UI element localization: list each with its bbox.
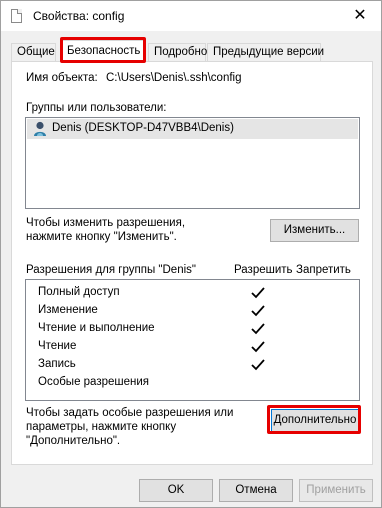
- permission-name: Запись: [38, 358, 76, 370]
- object-name-value: C:\Users\Denis\.ssh\config: [106, 72, 242, 84]
- user-name: Denis (DESKTOP-D47VBB4\Denis): [52, 122, 234, 134]
- permission-name: Особые разрешения: [38, 376, 150, 388]
- permission-name: Чтение и выполнение: [38, 322, 155, 334]
- object-name-label: Имя объекта:: [26, 72, 98, 84]
- file-icon: [11, 9, 22, 23]
- change-hint-line2: нажмите кнопку "Изменить".: [26, 231, 177, 243]
- permission-row: Чтение и выполнение: [38, 322, 155, 340]
- advanced-hint-line3: "Дополнительно".: [26, 435, 121, 447]
- security-panel: Имя объекта: C:\Users\Denis\.ssh\config …: [11, 61, 373, 465]
- advanced-hint-line2: параметры, нажмите кнопку: [26, 421, 177, 433]
- permission-row: Полный доступ: [38, 286, 120, 304]
- apply-button[interactable]: Применить: [299, 479, 373, 502]
- user-icon: [34, 121, 46, 136]
- tab-previous-versions[interactable]: Предыдущие версии: [207, 43, 324, 61]
- groups-list[interactable]: Denis (DESKTOP-D47VBB4\Denis): [25, 117, 360, 209]
- checkmark-icon: [251, 287, 265, 299]
- permission-row: Чтение: [38, 340, 76, 358]
- ok-button[interactable]: OK: [139, 479, 213, 502]
- permission-name: Изменение: [38, 304, 98, 316]
- checkmark-icon: [251, 323, 265, 335]
- permission-row: Особые разрешения: [38, 376, 149, 394]
- properties-window: Свойства: config ✕ Общие Безопасность По…: [0, 0, 382, 508]
- permissions-list[interactable]: Полный доступ Изменение Чтение и выполне…: [25, 279, 360, 401]
- cancel-button[interactable]: Отмена: [219, 479, 293, 502]
- close-button[interactable]: ✕: [345, 4, 375, 28]
- advanced-button[interactable]: Дополнительно: [271, 409, 359, 432]
- change-button[interactable]: Изменить...: [270, 219, 359, 242]
- permission-name: Чтение: [38, 340, 77, 352]
- tab-security[interactable]: Безопасность: [61, 40, 144, 62]
- title-bar: Свойства: config ✕: [1, 1, 381, 31]
- checkmark-icon: [251, 305, 265, 317]
- tab-general[interactable]: Общие: [11, 43, 56, 61]
- list-item[interactable]: Denis (DESKTOP-D47VBB4\Denis): [27, 119, 358, 139]
- advanced-hint-line1: Чтобы задать особые разрешения или: [26, 407, 234, 419]
- change-hint-line1: Чтобы изменить разрешения,: [26, 217, 186, 229]
- allow-column-header: Разрешить: [234, 264, 293, 276]
- permission-name: Полный доступ: [38, 286, 120, 298]
- permission-row: Изменение: [38, 304, 98, 322]
- deny-column-header: Запретить: [296, 264, 351, 276]
- permission-row: Запись: [38, 358, 76, 376]
- checkmark-icon: [251, 341, 265, 353]
- permissions-header: Разрешения для группы "Denis": [26, 264, 196, 276]
- window-title: Свойства: config: [33, 9, 125, 23]
- checkmark-icon: [251, 359, 265, 371]
- groups-label: Группы или пользователи:: [26, 102, 167, 114]
- tab-details[interactable]: Подробно: [148, 43, 207, 61]
